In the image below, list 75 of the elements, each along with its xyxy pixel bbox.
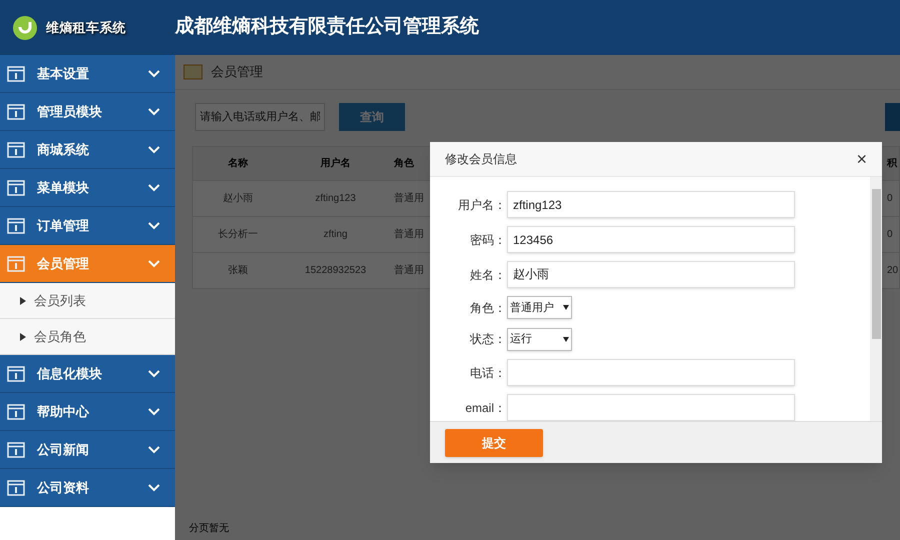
table-cell-text: 20 (887, 264, 899, 278)
input-field[interactable]: 赵小雨 (507, 261, 795, 288)
column-header: 用户名 (320, 156, 352, 171)
select-field[interactable]: 普通用户 (507, 296, 572, 320)
panel-icon (7, 218, 25, 234)
table-cell-text: 赵小雨 (222, 192, 254, 206)
dialog-title: 修改会员信息 (445, 151, 518, 168)
field-label: 角色： (469, 300, 506, 317)
field-label: 用户名： (457, 196, 506, 214)
column-header: 名称 (227, 156, 249, 171)
sidebar-item[interactable]: 信息化模块 (0, 355, 175, 393)
input-field[interactable]: zfting123 (507, 191, 795, 218)
dropdown-arrow-icon (563, 336, 569, 342)
chevron-down-icon (148, 484, 160, 492)
field-label: 电话： (469, 364, 506, 382)
submenu-item[interactable]: 会员角色 (0, 319, 175, 355)
table-cell-text: 普通用 (393, 264, 425, 278)
field-label: 状态： (469, 331, 506, 348)
panel-icon (7, 66, 25, 82)
chevron-down-icon (148, 70, 160, 78)
table-cell-text: zfting123 (314, 192, 357, 206)
table-cell-text: 普通用 (393, 192, 425, 206)
table-cell-text: 0 (887, 228, 894, 242)
table-cell-text: 0 (887, 192, 894, 206)
triangle-icon (20, 296, 26, 304)
table-cell-text: zfting (322, 228, 348, 242)
select-field[interactable]: 运行 (507, 328, 572, 351)
sidebar-item[interactable]: 菜单模块 (0, 169, 175, 207)
triangle-icon (20, 332, 26, 340)
chevron-down-icon (148, 146, 160, 154)
panel-icon (7, 180, 25, 196)
chevron-down-icon (148, 108, 160, 116)
panel-icon (7, 142, 25, 158)
input-field[interactable] (507, 359, 795, 386)
chevron-down-icon (148, 446, 160, 454)
sidebar-item[interactable]: 订单管理 (0, 207, 175, 245)
column-header: 积 (887, 157, 898, 171)
close-button[interactable]: × (856, 150, 867, 168)
input-field[interactable]: 123456 (507, 226, 795, 253)
field-label: 姓名： (469, 266, 506, 284)
field-label: email： (464, 400, 506, 416)
panel-icon (7, 366, 25, 382)
app-title: 成都维熵科技有限责任公司管理系统 (175, 14, 479, 40)
panel-icon (7, 404, 25, 420)
logo-text: 维熵租车系统 (46, 18, 126, 37)
sidebar-item[interactable]: 基本设置 (0, 55, 175, 93)
column-header: 角色 (392, 156, 415, 171)
sidebar-item[interactable]: 管理员模块 (0, 93, 175, 131)
dropdown-arrow-icon (563, 305, 569, 310)
page-title: 会员管理 (211, 63, 263, 82)
table-cell-text: 张颖 (227, 264, 249, 278)
table-cell-text: 普通用 (393, 228, 425, 242)
pagination-text: 分页暂无 (188, 522, 230, 536)
chevron-down-icon (148, 408, 160, 416)
sidebar-item[interactable]: 商城系统 (0, 131, 175, 169)
input-field[interactable] (507, 394, 795, 421)
panel-icon (7, 104, 25, 120)
chevron-down-icon (148, 222, 160, 230)
chevron-down-icon (148, 184, 160, 192)
panel-icon (7, 442, 25, 458)
submenu-item[interactable]: 会员列表 (0, 283, 175, 319)
search-field[interactable]: 请输入电话或用户名、邮 (195, 103, 325, 131)
page-icon (183, 64, 203, 80)
panel-icon (7, 480, 25, 496)
table-cell-text: 15228932523 (304, 264, 368, 278)
field-label: 密码： (469, 232, 506, 248)
logo-icon (12, 14, 38, 40)
table-cell-text: 长分析一 (217, 228, 259, 242)
chevron-down-icon (148, 370, 160, 378)
sidebar-item[interactable]: 公司新闻 (0, 431, 175, 469)
panel-icon (7, 256, 25, 272)
action-button[interactable] (885, 103, 900, 131)
sidebar-item[interactable]: 帮助中心 (0, 393, 175, 431)
sidebar-item[interactable]: 公司资料 (0, 469, 175, 507)
chevron-down-icon (148, 260, 160, 268)
